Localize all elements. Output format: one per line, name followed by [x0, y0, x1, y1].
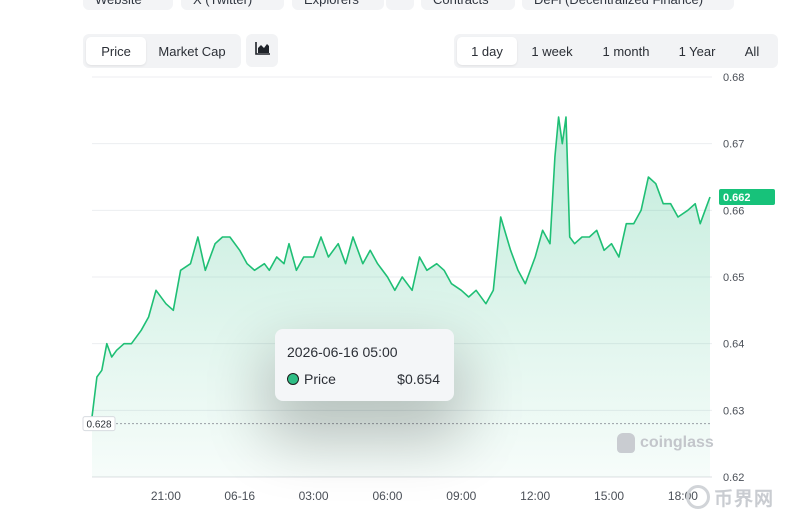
- min-value-label: 0.628: [86, 420, 111, 431]
- last-value-label: 0.662: [723, 192, 751, 204]
- x-tick-label: 09:00: [446, 489, 476, 503]
- tooltip-series-name: Price: [304, 371, 336, 387]
- x-tick-label: 12:00: [520, 489, 550, 503]
- coinglass-logo-icon: [617, 433, 635, 453]
- y-tick-label: 0.67: [723, 139, 744, 151]
- tooltip-value: $0.654: [397, 371, 440, 387]
- y-tick-label: 0.65: [723, 272, 744, 284]
- corner-logo-text: 币界网: [714, 488, 775, 510]
- y-tick-label: 0.64: [723, 339, 744, 351]
- y-tick-label: 0.68: [723, 72, 744, 84]
- y-tick-label: 0.66: [723, 205, 744, 217]
- price-area-fill: [92, 117, 710, 477]
- tooltip-series-dot: [287, 373, 299, 385]
- price-tooltip: 2026-06-16 05:00 Price $0.654: [275, 329, 454, 401]
- x-tick-label: 06:00: [372, 489, 402, 503]
- x-tick-label: 03:00: [299, 489, 329, 503]
- corner-site-logo: 币界网: [686, 480, 790, 514]
- coinglass-watermark: coinglass: [617, 433, 714, 453]
- watermark-text: coinglass: [640, 434, 714, 451]
- tooltip-date: 2026-06-16 05:00: [287, 344, 398, 360]
- y-tick-label: 0.63: [723, 405, 744, 417]
- x-tick-label: 06-16: [224, 489, 255, 503]
- x-tick-label: 15:00: [594, 489, 624, 503]
- x-tick-label: 21:00: [151, 489, 181, 503]
- corner-logo-icon: [686, 485, 710, 509]
